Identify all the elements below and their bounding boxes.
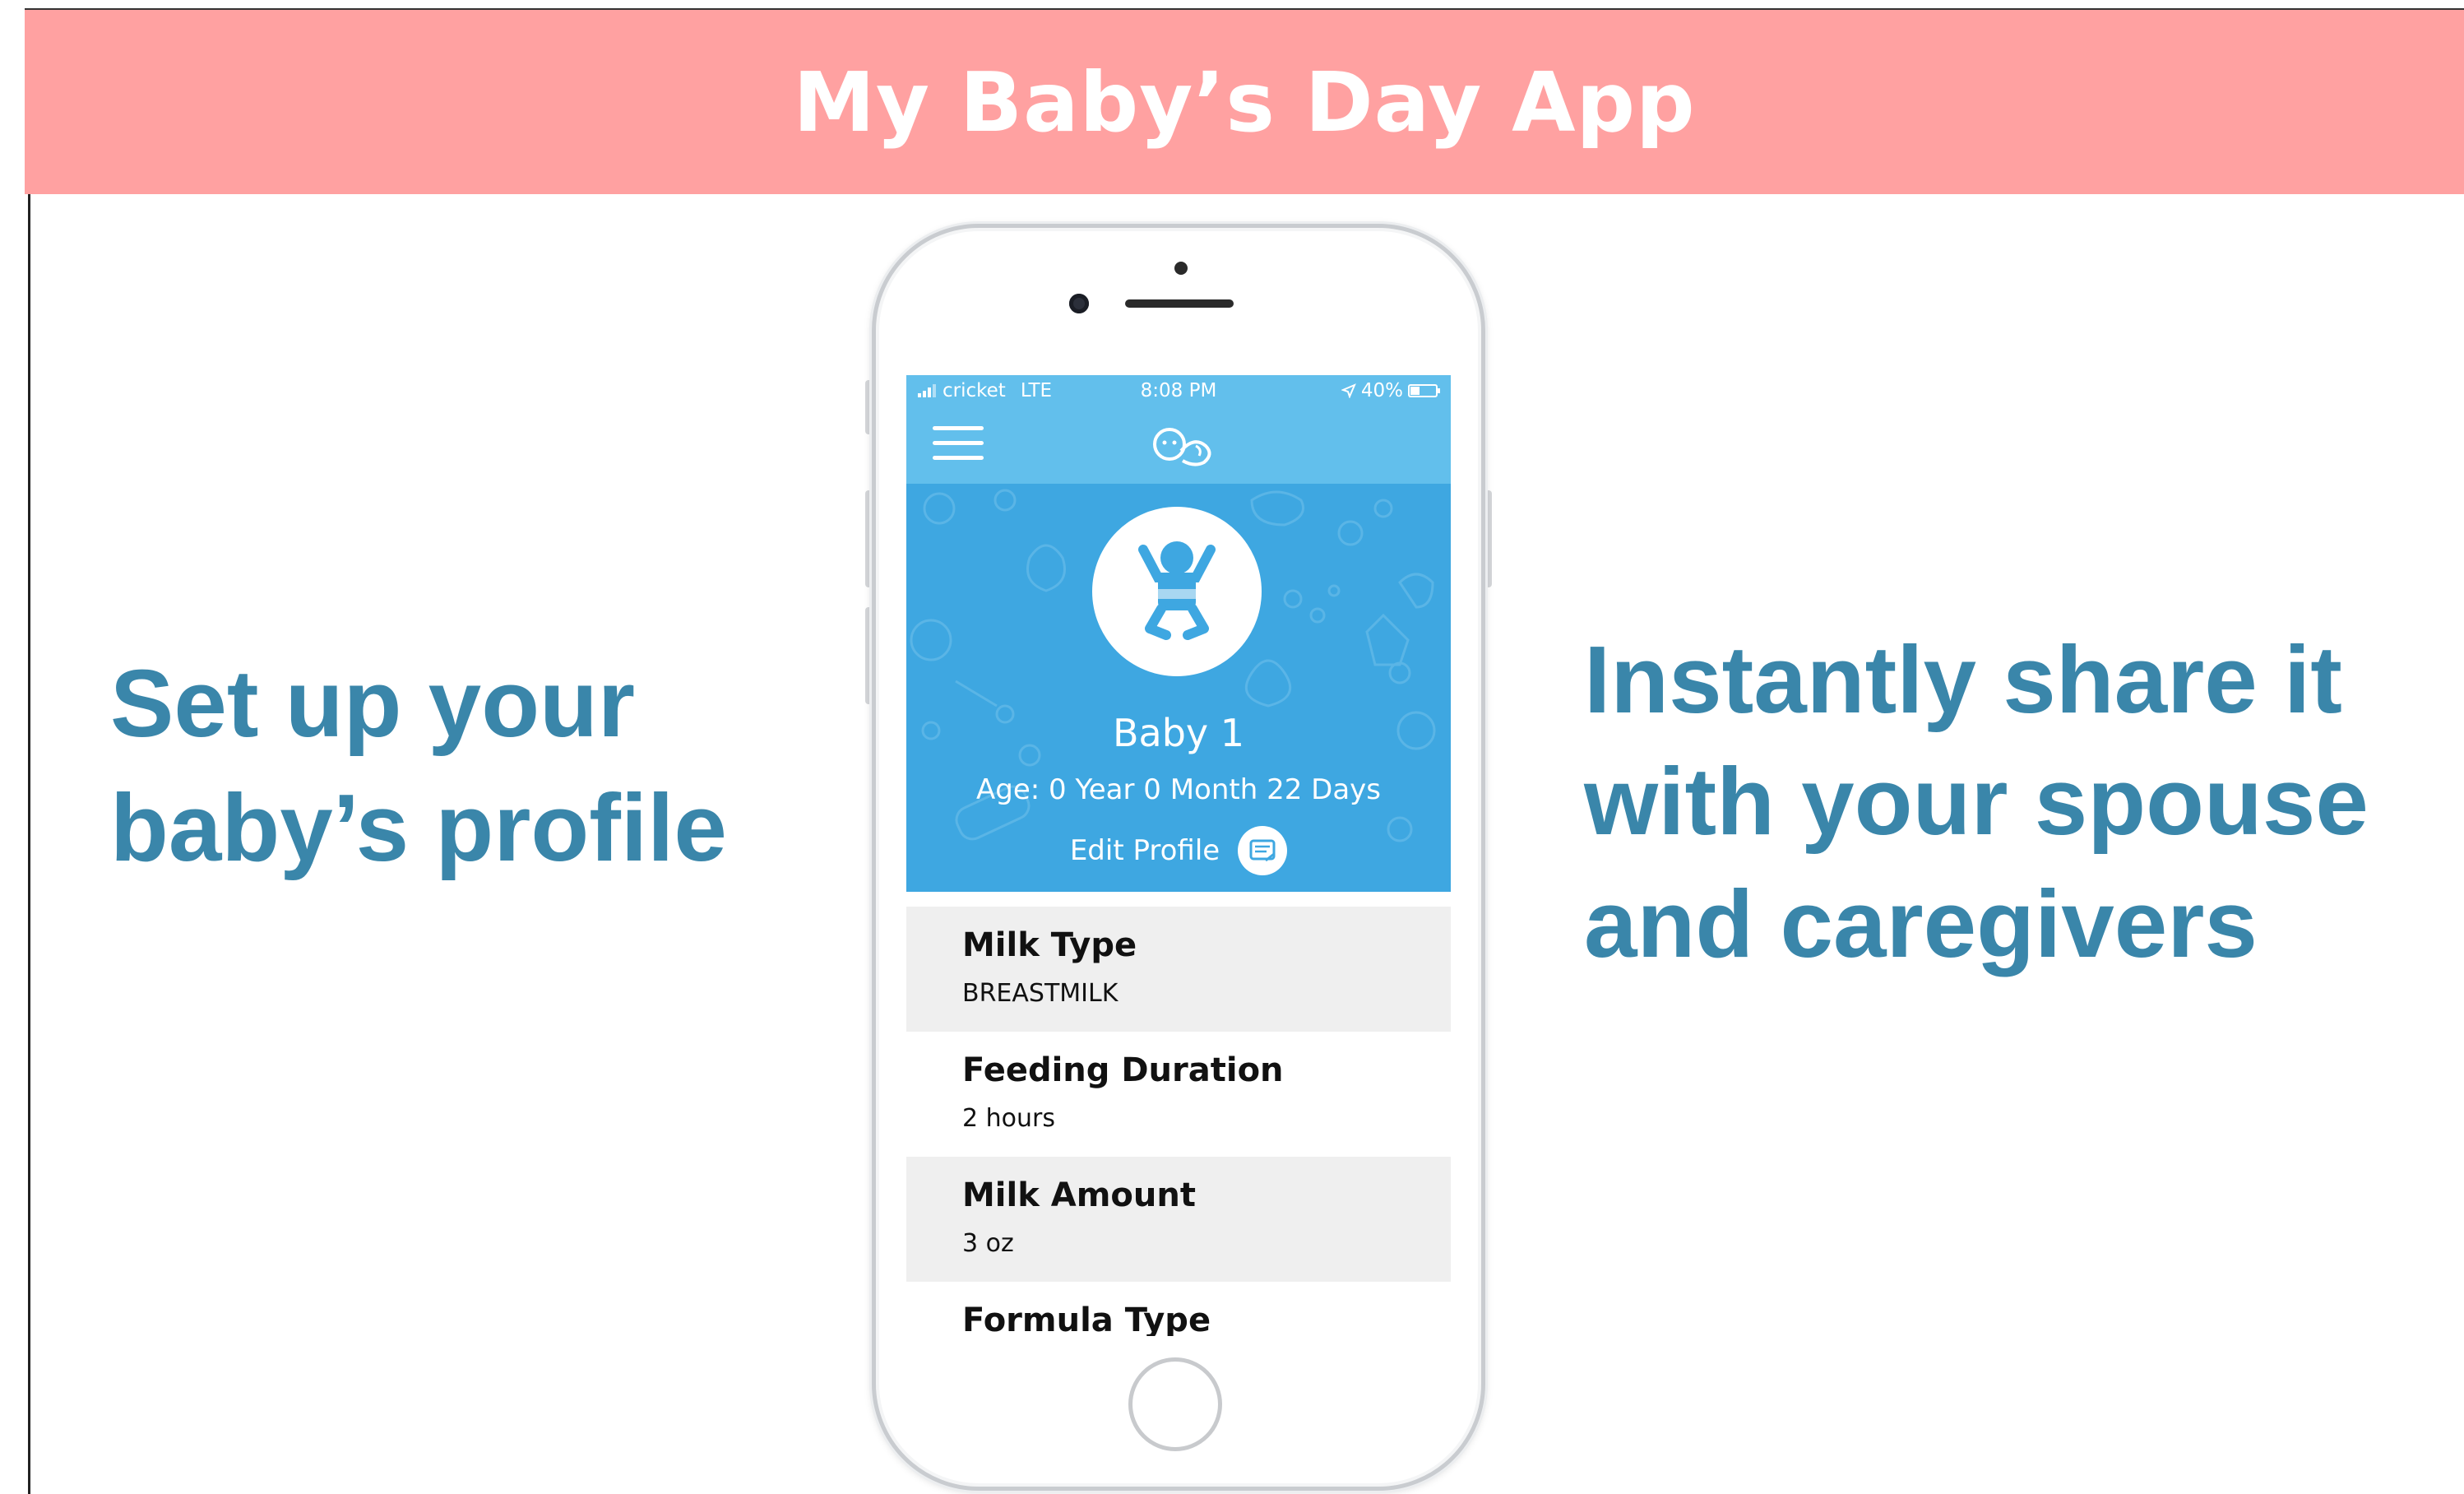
phone-screen: cricket LTE 8:08 PM 40% Baby 1 Age: 0 Ye… [906, 375, 1451, 1336]
phone-proximity-sensor [1174, 262, 1188, 275]
list-item-value: BREASTMILK [962, 979, 1119, 1008]
list-item-value: 3 oz [962, 1229, 1014, 1258]
list-item-title: Milk Type [962, 926, 1137, 964]
battery-icon [1408, 384, 1440, 397]
frame-left-line [28, 194, 30, 1494]
baby-avatar [1092, 507, 1262, 676]
hamburger-menu-icon[interactable] [933, 426, 984, 462]
baby-name: Baby 1 [1112, 711, 1245, 755]
phone-front-camera [1069, 294, 1089, 313]
banner-title: My Baby’s Day App [793, 53, 1696, 151]
list-item-value: 2 hours [962, 1104, 1055, 1133]
status-bar: cricket LTE 8:08 PM 40% [906, 375, 1451, 405]
edit-profile-button[interactable]: Edit Profile [906, 826, 1451, 875]
list-item-title: Formula Type [962, 1301, 1211, 1336]
promo-left-line-2: baby’s profile [110, 773, 727, 881]
promo-right-line-1: Instantly share it [1584, 626, 2342, 733]
promo-right-line-3: and caregivers [1584, 870, 2258, 977]
battery-percent: 40% [1360, 380, 1403, 401]
promo-left-line-1: Set up your [110, 650, 636, 757]
app-nav-bar [906, 405, 1451, 484]
edit-profile-label: Edit Profile [1069, 834, 1220, 867]
list-item-feeding-duration[interactable]: Feeding Duration 2 hours [906, 1032, 1451, 1157]
baby-age: Age: 0 Year 0 Month 22 Days [976, 773, 1381, 806]
promo-text-left: Set up your baby’s profile [110, 642, 834, 890]
list-item-formula-type[interactable]: Formula Type [906, 1282, 1451, 1336]
phone-earpiece-speaker [1125, 299, 1234, 308]
promo-right-line-2: with your spouse [1584, 748, 2369, 856]
status-right: 40% [1341, 380, 1440, 401]
baby-icon [1138, 541, 1216, 640]
list-item-milk-amount[interactable]: Milk Amount 3 oz [906, 1157, 1451, 1282]
phone-home-button[interactable] [1128, 1357, 1222, 1451]
title-banner: My Baby’s Day App [25, 10, 2464, 194]
location-arrow-icon [1341, 383, 1356, 398]
edit-note-icon[interactable] [1238, 826, 1288, 875]
profile-details-list: Milk Type BREASTMILK Feeding Duration 2 … [906, 907, 1451, 1336]
baby-face-logo-icon [1153, 428, 1211, 466]
list-item-title: Milk Amount [962, 1176, 1196, 1214]
list-item-title: Feeding Duration [962, 1051, 1284, 1089]
list-item-milk-type[interactable]: Milk Type BREASTMILK [906, 907, 1451, 1032]
promo-text-right: Instantly share it with your spouse and … [1584, 619, 2456, 985]
profile-header: Baby 1 Age: 0 Year 0 Month 22 Days Edit … [906, 484, 1451, 892]
